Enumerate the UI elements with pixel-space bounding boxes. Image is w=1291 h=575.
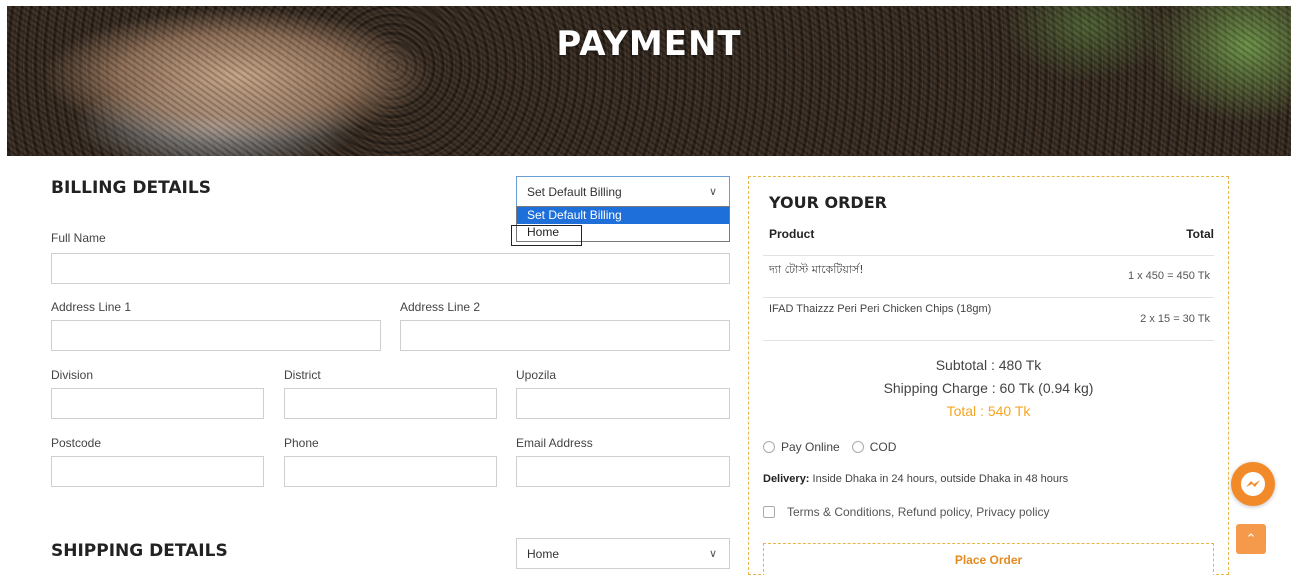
address-line-1-field[interactable] <box>51 320 381 351</box>
full-name-field[interactable] <box>51 253 730 284</box>
messenger-icon <box>1241 472 1265 496</box>
terms-row: Terms & Conditions, Refund policy, Priva… <box>763 505 1050 519</box>
column-product: Product <box>769 227 815 241</box>
order-total: Total : 540 Tk <box>946 403 1031 419</box>
order-item-name: দ্যা টোস্ট মাকেটিয়ার্স! <box>769 263 864 276</box>
terms-checkbox[interactable] <box>763 506 775 518</box>
chevron-down-icon: ∨ <box>708 548 717 560</box>
order-title: YOUR ORDER <box>769 193 887 212</box>
billing-title: BILLING DETAILS <box>51 178 211 198</box>
place-order-button[interactable]: Place Order <box>763 543 1214 575</box>
column-total: Total <box>1186 227 1214 241</box>
divider <box>763 255 1214 256</box>
order-table-header: Product Total <box>769 227 1214 241</box>
phone-field[interactable] <box>284 456 497 487</box>
messenger-chat-button[interactable] <box>1231 462 1275 506</box>
postcode-field[interactable] <box>51 456 264 487</box>
order-item-total: 2 x 15 = 30 Tk <box>1140 313 1210 325</box>
address-line-2-label: Address Line 2 <box>400 300 481 314</box>
terms-label[interactable]: Terms & Conditions, Refund policy, Priva… <box>787 505 1050 519</box>
page-banner: PAYMENT <box>7 6 1291 156</box>
pay-online-radio[interactable] <box>763 441 775 453</box>
delivery-text: Inside Dhaka in 24 hours, outside Dhaka … <box>812 473 1069 485</box>
district-label: District <box>284 368 321 382</box>
cod-label: COD <box>869 440 897 454</box>
billing-address-select[interactable]: Set Default Billing ∨ <box>516 176 730 207</box>
option-set-default-billing[interactable]: Set Default Billing <box>517 207 729 224</box>
scroll-to-top-button[interactable]: ⌃ <box>1236 524 1266 554</box>
page-title: PAYMENT <box>556 24 742 64</box>
order-item-total: 1 x 450 = 450 Tk <box>1127 270 1210 282</box>
divider <box>763 297 1214 298</box>
shipping-title: SHIPPING DETAILS <box>51 541 228 561</box>
district-field[interactable] <box>284 388 497 419</box>
option-focus-outline <box>511 225 582 246</box>
cod-radio[interactable] <box>851 441 864 453</box>
upozila-field[interactable] <box>516 388 730 419</box>
phone-label: Phone <box>284 436 319 450</box>
postcode-label: Postcode <box>51 436 102 450</box>
full-name-label: Full Name <box>51 231 106 245</box>
email-label: Email Address <box>516 436 593 450</box>
divider <box>763 340 1214 341</box>
address-line-1-label: Address Line 1 <box>51 300 132 314</box>
email-field[interactable] <box>516 456 730 487</box>
subtotal: Subtotal : 480 Tk <box>935 357 1042 373</box>
address-line-2-field[interactable] <box>400 320 730 351</box>
shipping-address-select[interactable]: Home ∨ <box>516 538 730 569</box>
chevron-up-icon: ⌃ <box>1245 531 1257 546</box>
chevron-down-icon: ∨ <box>708 186 717 198</box>
delivery-label: Delivery: <box>763 473 810 485</box>
shipping-select-value: Home <box>527 547 560 561</box>
division-label: Division <box>51 368 94 382</box>
order-item-name: IFAD Thaizzz Peri Peri Chicken Chips (18… <box>769 303 992 315</box>
billing-select-value: Set Default Billing <box>527 185 622 199</box>
payment-method-group: Pay Online COD <box>763 440 896 454</box>
upozila-label: Upozila <box>516 368 557 382</box>
division-field[interactable] <box>51 388 264 419</box>
pay-online-label: Pay Online <box>781 440 840 454</box>
order-summary-panel: YOUR ORDER Product Total দ্যা টোস্ট মাকে… <box>748 176 1229 575</box>
shipping-charge: Shipping Charge : 60 Tk (0.94 kg) <box>883 380 1094 396</box>
delivery-info: Delivery: Inside Dhaka in 24 hours, outs… <box>763 473 1068 485</box>
